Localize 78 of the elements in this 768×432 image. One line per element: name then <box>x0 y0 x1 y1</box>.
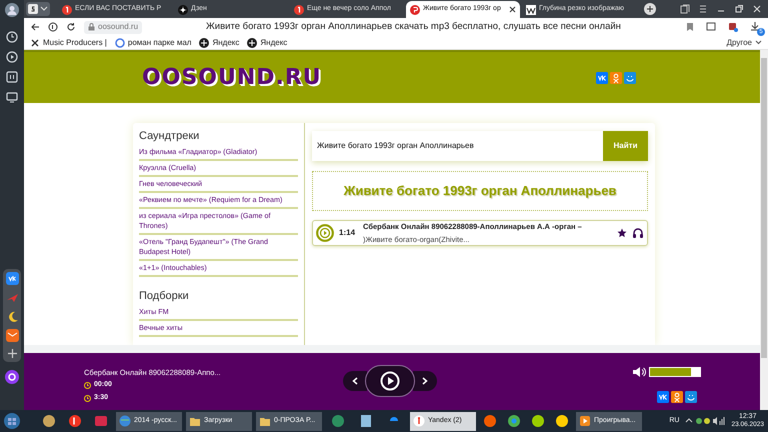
clock-icon <box>84 394 91 402</box>
ok-icon[interactable] <box>610 72 622 84</box>
site-icon <box>526 4 536 14</box>
section-title: Подборки <box>139 289 190 303</box>
reload-icon[interactable] <box>66 22 76 32</box>
other-bookmarks-button[interactable]: Другое <box>726 36 762 48</box>
volume-slider[interactable] <box>649 367 701 377</box>
close-icon[interactable] <box>509 6 516 13</box>
mail-smile-icon[interactable] <box>624 72 636 84</box>
site-icon <box>294 4 304 14</box>
bookmark-site-icon <box>30 38 40 48</box>
app-icon <box>119 415 131 427</box>
close-window-icon[interactable] <box>752 4 762 14</box>
chevron-left-icon <box>352 377 358 385</box>
bookmark-site-icon <box>114 38 125 48</box>
previous-button[interactable] <box>343 371 367 391</box>
clock-icon <box>84 382 91 389</box>
next-button[interactable] <box>413 371 437 391</box>
mail-app-icon[interactable] <box>6 329 18 342</box>
app-icon[interactable] <box>68 414 82 428</box>
calendar-icon[interactable] <box>6 71 18 83</box>
app-icon <box>259 415 271 427</box>
profile-avatar-icon[interactable] <box>5 3 19 17</box>
bookmark[interactable]: Яндекс <box>199 36 240 48</box>
bookmark-icon[interactable] <box>686 22 694 32</box>
app-icon[interactable] <box>42 414 56 428</box>
play-icon[interactable] <box>316 224 334 242</box>
tray-icons-drawing[interactable] <box>685 416 726 426</box>
app-icon <box>189 415 201 427</box>
chevron-down-icon <box>755 40 762 45</box>
star-icon[interactable] <box>617 228 627 238</box>
page-heading: Живите богато 1993г орган Аполлинарьев <box>344 182 616 200</box>
lock-icon <box>88 23 95 31</box>
play-circle-icon <box>380 371 400 391</box>
scrollbar[interactable] <box>760 50 768 410</box>
vk-icon[interactable] <box>657 391 669 403</box>
restore-icon[interactable] <box>734 4 744 14</box>
volume-icon[interactable] <box>632 366 646 378</box>
chevron-down-icon <box>40 6 48 12</box>
add-icon[interactable] <box>6 348 18 359</box>
site-logo[interactable]: OOSOUND.RU <box>142 61 322 94</box>
menu-icon[interactable] <box>698 4 708 14</box>
bookmark[interactable]: Яндекс <box>247 36 288 48</box>
extension-icon[interactable] <box>728 22 738 32</box>
app-icon[interactable] <box>359 414 373 428</box>
s-logo-icon <box>28 4 38 14</box>
vk-icon[interactable] <box>596 72 608 84</box>
reader-icon[interactable] <box>706 22 716 32</box>
download-icon[interactable] <box>750 21 760 31</box>
new-tab-icon[interactable] <box>644 3 656 15</box>
app-icon[interactable] <box>555 414 569 428</box>
bookmark[interactable]: роман парке мал <box>114 36 192 48</box>
back-icon[interactable] <box>30 22 40 32</box>
page-title: Живите богато 1993г орган Аполлинарьев скачать mp3 бесплатно, слушать все песни онлайн <box>206 20 621 34</box>
app-icon <box>579 415 591 427</box>
app-icon <box>413 415 425 427</box>
play-button[interactable] <box>365 365 415 397</box>
app-icon[interactable] <box>531 414 545 428</box>
cards-icon[interactable] <box>680 4 690 14</box>
site-icon <box>62 4 72 14</box>
search-field[interactable]: Живите богато 1993г орган Аполлинарьев <box>312 131 603 161</box>
chevron-right-icon <box>422 377 428 385</box>
assistant-icon[interactable] <box>5 370 19 384</box>
site-icon <box>178 4 188 14</box>
screen-icon[interactable] <box>6 91 18 103</box>
start-button-icon[interactable] <box>4 413 20 429</box>
bookmark[interactable]: Music Producers | <box>30 36 107 48</box>
mail-smile-icon[interactable] <box>685 391 697 403</box>
headphones-icon[interactable] <box>632 227 644 239</box>
workspace-button[interactable] <box>26 2 50 16</box>
site-icon <box>410 4 420 14</box>
play-circle-icon[interactable] <box>6 51 18 63</box>
clock-icon[interactable] <box>6 31 18 43</box>
vk-app-icon[interactable] <box>6 272 18 285</box>
section-title: Саундтреки <box>139 129 200 143</box>
address-field[interactable]: oosound.ru <box>84 20 142 34</box>
track-duration: 1:14 <box>339 227 356 239</box>
ok-icon[interactable] <box>671 391 683 403</box>
